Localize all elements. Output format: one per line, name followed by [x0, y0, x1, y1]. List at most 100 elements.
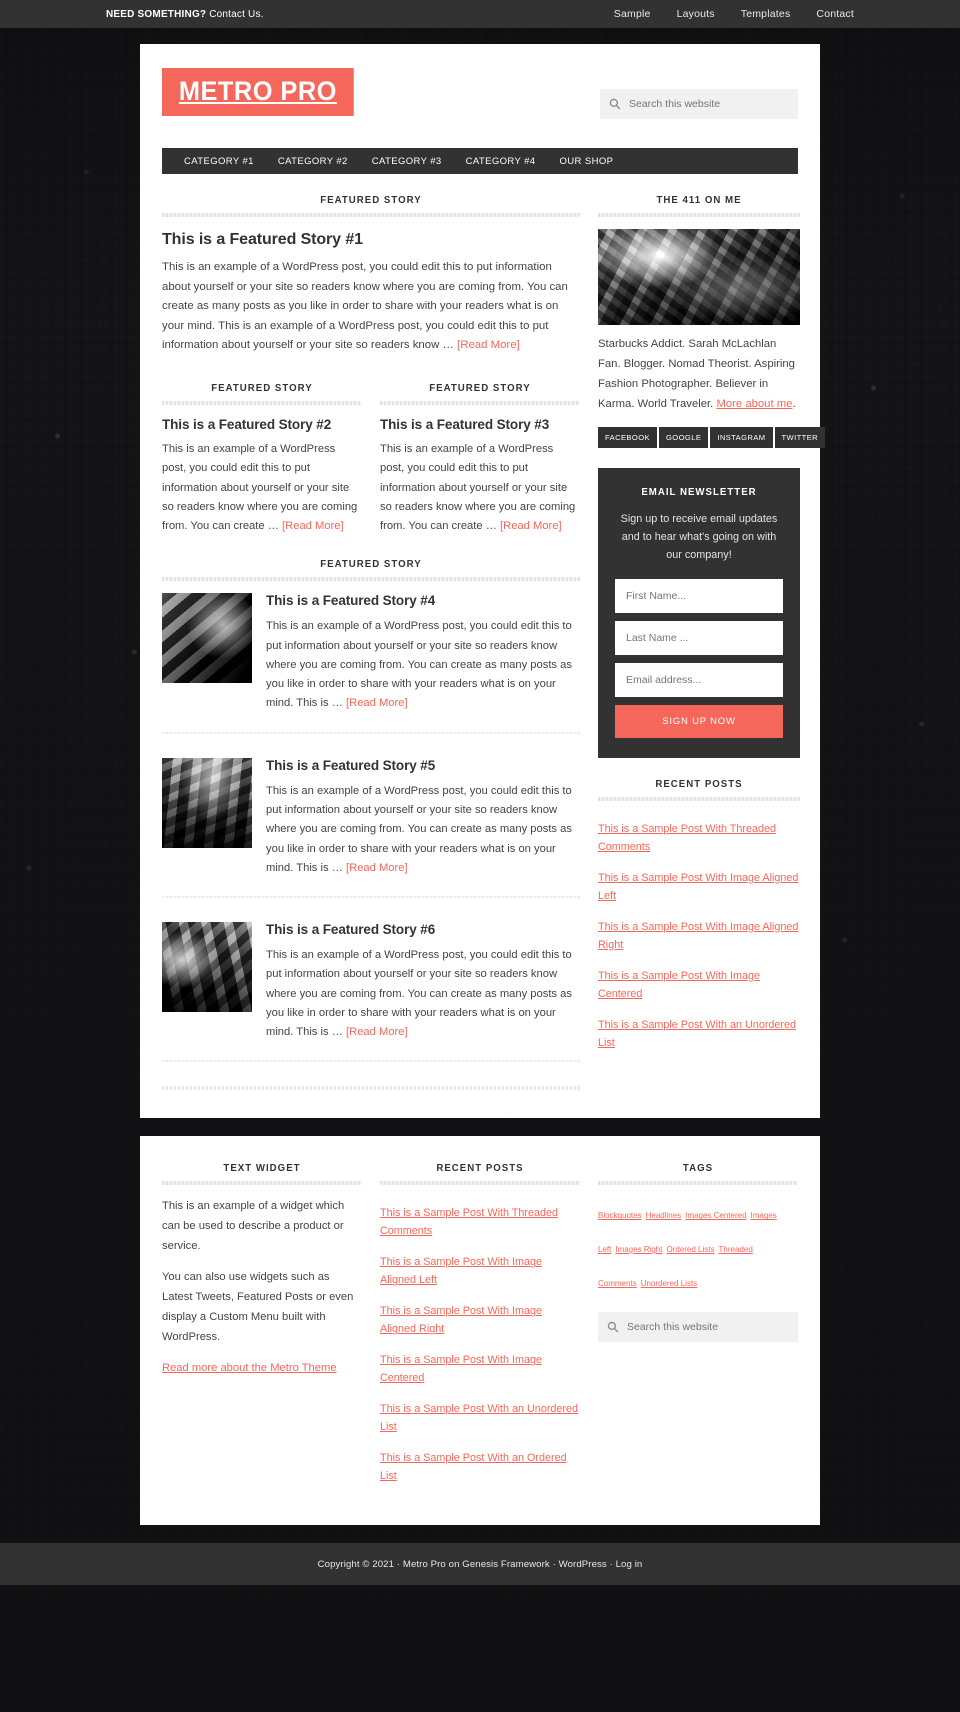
- footer-search-input[interactable]: [627, 1321, 789, 1334]
- title-rule: [162, 1181, 362, 1186]
- nav-item-category-1[interactable]: CATEGORY #1: [172, 156, 266, 167]
- about-widget-title: THE 411 ON ME: [656, 194, 742, 206]
- footer-recent-post-link[interactable]: This is a Sample Post With an Ordered Li…: [380, 1452, 567, 1482]
- title-rule: [162, 577, 580, 582]
- featured-entry-1: This is a Featured Story #1 This is an e…: [162, 231, 580, 356]
- tag-link[interactable]: Images Centered: [685, 1211, 746, 1220]
- footer-widget-recent-posts: RECENT POSTS This is a Sample Post With …: [380, 1162, 580, 1491]
- entry-ellipsis-6: …: [328, 1026, 346, 1039]
- about-text: Starbucks Addict. Sarah McLachlan Fan. B…: [598, 335, 800, 415]
- featured-thumb-4[interactable]: [162, 593, 252, 684]
- newsletter-first-name-input[interactable]: [615, 578, 783, 613]
- read-more-link-5[interactable]: [Read More]: [346, 862, 408, 874]
- nav-item-category-4[interactable]: CATEGORY #4: [454, 156, 548, 167]
- header-search[interactable]: [600, 89, 798, 119]
- entry-body-2: This is an example of a WordPress post, …: [162, 443, 358, 533]
- recent-post-link[interactable]: This is a Sample Post With Image Centere…: [598, 970, 760, 1000]
- footer-recent-post-link[interactable]: This is a Sample Post With an Unordered …: [380, 1403, 578, 1433]
- featured-story-label-1: FEATURED STORY: [320, 194, 422, 206]
- utility-menu-item-templates[interactable]: Templates: [741, 8, 791, 20]
- entry-content-4: This is an example of a WordPress post, …: [266, 617, 580, 713]
- newsletter-last-name-input[interactable]: [615, 620, 783, 655]
- list-item: This is a Sample Post With Threaded Comm…: [380, 1197, 580, 1246]
- site-footer: Copyright © 2021 · Metro Pro on Genesis …: [0, 1543, 960, 1586]
- recent-posts-title: RECENT POSTS: [655, 777, 743, 790]
- tag-link[interactable]: Ordered Lists: [666, 1245, 714, 1254]
- footer-recent-post-link[interactable]: This is a Sample Post With Image Aligned…: [380, 1305, 542, 1335]
- utility-menu-item-sample[interactable]: Sample: [614, 8, 651, 20]
- social-button-twitter[interactable]: TWITTER: [774, 426, 826, 448]
- recent-post-link[interactable]: This is a Sample Post With Image Aligned…: [598, 872, 798, 902]
- widget-newsletter: EMAIL NEWSLETTER Sign up to receive emai…: [598, 467, 800, 758]
- read-more-link-4[interactable]: [Read More]: [346, 697, 408, 709]
- text-widget-paragraph-2: You can also use widgets such as Latest …: [162, 1271, 354, 1343]
- footer-recent-post-link[interactable]: This is a Sample Post With Image Aligned…: [380, 1256, 542, 1286]
- nav-item-category-2[interactable]: CATEGORY #2: [266, 156, 360, 167]
- featured-entry-3: FEATURED STORY This is a Featured Story …: [380, 382, 580, 536]
- footer-widget-tags: TAGS Blockquotes Headlines Images Centered…: [598, 1162, 798, 1491]
- entry-title-1[interactable]: This is a Featured Story #1: [162, 231, 580, 249]
- entry-content-6: This is an example of a WordPress post, …: [266, 946, 580, 1042]
- tag-link[interactable]: Unordered Lists: [641, 1279, 697, 1288]
- utility-menu-item-contact[interactable]: Contact: [816, 8, 854, 20]
- tag-link[interactable]: Blockquotes: [598, 1211, 642, 1220]
- list-item: This is a Sample Post With Image Centere…: [598, 960, 800, 1009]
- footer-recent-posts-title: RECENT POSTS: [436, 1162, 524, 1175]
- entry-title-5[interactable]: This is a Featured Story #5: [266, 758, 580, 773]
- list-item: This is a Sample Post With an Unordered …: [598, 1009, 800, 1058]
- search-input[interactable]: [629, 98, 789, 110]
- list-body-4: This is a Featured Story #4 This is an e…: [266, 593, 580, 713]
- featured-thumb-5[interactable]: [162, 757, 252, 848]
- read-more-link-2[interactable]: [Read More]: [282, 520, 344, 532]
- entry-body-5: This is an example of a WordPress post, …: [266, 784, 572, 874]
- utility-contact-link[interactable]: Contact Us.: [209, 9, 263, 20]
- social-button-instagram[interactable]: INSTAGRAM: [710, 426, 773, 448]
- utility-menu: Sample Layouts Templates Contact: [614, 8, 854, 20]
- search-icon: [609, 98, 621, 110]
- read-more-link-1[interactable]: [Read More]: [457, 339, 520, 351]
- list-item: This is a Sample Post With Image Aligned…: [598, 862, 800, 911]
- metro-theme-link[interactable]: Read more about the Metro Theme: [162, 1362, 337, 1374]
- read-more-link-6[interactable]: [Read More]: [346, 1026, 408, 1038]
- footer-recent-post-link[interactable]: This is a Sample Post With Threaded Comm…: [380, 1207, 558, 1237]
- recent-post-link[interactable]: This is a Sample Post With Threaded Comm…: [598, 823, 776, 853]
- recent-posts-list: This is a Sample Post With Threaded Comm…: [598, 813, 800, 1058]
- title-rule: [380, 1181, 580, 1186]
- recent-post-link[interactable]: This is a Sample Post With Image Aligned…: [598, 921, 798, 951]
- page-background: NEED SOMETHING? Contact Us. Sample Layou…: [0, 0, 960, 1712]
- featured-thumb-6[interactable]: [162, 922, 252, 1013]
- newsletter-signup-button[interactable]: SIGN UP NOW: [615, 704, 783, 738]
- footer-recent-post-link[interactable]: This is a Sample Post With Image Centere…: [380, 1354, 542, 1384]
- footer-search[interactable]: [598, 1312, 798, 1343]
- social-button-google[interactable]: GOOGLE: [658, 426, 709, 448]
- more-about-me-link[interactable]: More about me: [716, 398, 792, 410]
- read-more-link-3[interactable]: [Read More]: [500, 520, 562, 532]
- utility-menu-item-layouts[interactable]: Layouts: [677, 8, 715, 20]
- entry-ellipsis-5: …: [328, 861, 346, 874]
- nav-item-our-shop[interactable]: OUR SHOP: [548, 156, 626, 167]
- recent-post-link[interactable]: This is a Sample Post With an Unordered …: [598, 1019, 796, 1049]
- title-rule: [598, 796, 800, 801]
- nav-item-category-3[interactable]: CATEGORY #3: [360, 156, 454, 167]
- social-button-facebook[interactable]: FACEBOOK: [598, 426, 657, 448]
- content-sidebar-wrap: FEATURED STORY This is a Featured Story …: [140, 174, 826, 1118]
- entry-title-6[interactable]: This is a Featured Story #6: [266, 922, 580, 937]
- entry-title-2[interactable]: This is a Featured Story #2: [162, 417, 362, 432]
- main-content: FEATURED STORY This is a Featured Story …: [162, 194, 580, 1091]
- author-photo: [598, 229, 800, 325]
- entry-title-4[interactable]: This is a Featured Story #4: [266, 593, 580, 608]
- tag-link[interactable]: Images Right: [615, 1245, 662, 1254]
- widget-recent-posts: RECENT POSTS This is a Sample Post With …: [598, 778, 800, 1058]
- entry-ellipsis-1: …: [439, 339, 458, 352]
- utility-bar: NEED SOMETHING? Contact Us. Sample Layou…: [0, 0, 960, 28]
- primary-nav: CATEGORY #1 CATEGORY #2 CATEGORY #3 CATE…: [162, 148, 798, 174]
- site-logo[interactable]: METRO PRO: [162, 68, 354, 116]
- entry-ellipsis-3: …: [482, 520, 501, 533]
- newsletter-title: EMAIL NEWSLETTER: [641, 485, 757, 498]
- list-item: This is a Sample Post With an Ordered Li…: [380, 1442, 580, 1491]
- entry-body-1: This is an example of a WordPress post, …: [162, 261, 568, 352]
- newsletter-email-input[interactable]: [615, 662, 783, 697]
- entry-title-3[interactable]: This is a Featured Story #3: [380, 417, 580, 432]
- social-buttons: FACEBOOK GOOGLE INSTAGRAM TWITTER: [598, 426, 826, 448]
- tag-link[interactable]: Headlines: [646, 1211, 682, 1220]
